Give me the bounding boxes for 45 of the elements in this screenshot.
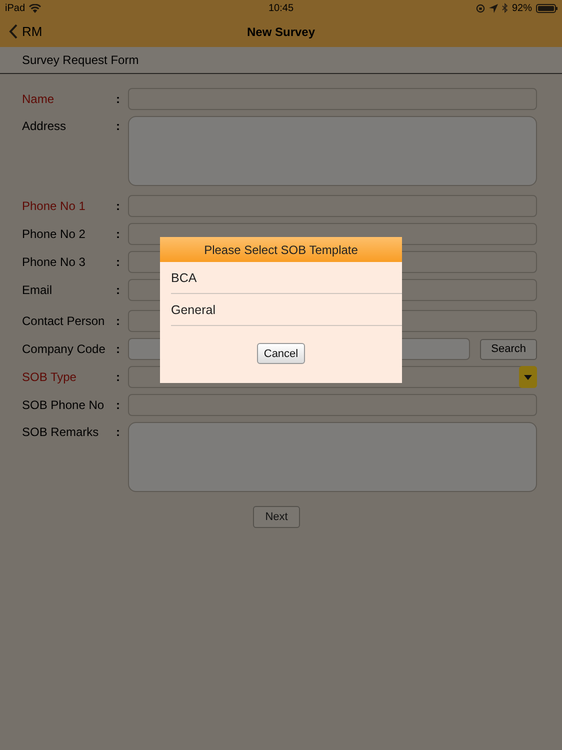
field-label: SOB Phone No [22,398,106,412]
colon: : [116,227,121,241]
status-time: 10:45 [268,2,294,14]
colon: : [116,255,121,269]
field-label: Contact Person [22,314,106,328]
text-area[interactable] [128,422,537,492]
colon: : [116,283,121,297]
colon: : [116,398,121,412]
input-field[interactable] [128,394,537,416]
section-title: Survey Request Form [22,53,139,67]
field-label: Phone No 2 [22,227,86,241]
colon: : [116,92,121,106]
field-label: Address [22,119,68,133]
field-label: Company Code [22,342,106,356]
field-label: Email [22,283,54,297]
rotation-lock-icon [476,4,485,12]
colon: : [116,119,121,133]
option-item[interactable]: General [171,294,402,326]
battery-icon [536,4,558,12]
field-label: Phone No 3 [22,255,86,269]
back-button[interactable]: RM [0,24,42,39]
bluetooth-icon [502,3,508,13]
field-label: Phone No 1 [22,199,86,213]
colon: : [116,425,121,439]
colon: : [116,314,121,328]
device-name: iPad [5,2,26,14]
cancel-button[interactable]: Cancel [256,343,306,364]
wifi-icon [29,4,42,12]
chevron-left-icon [9,24,18,39]
search-button[interactable]: Search [480,338,537,360]
field-label: SOB Remarks [22,425,100,439]
option-item[interactable]: BCA [171,262,402,294]
field-label: SOB Type [22,370,78,384]
screen-title: New Survey [246,24,316,38]
input-field[interactable] [128,88,537,110]
dialog-title: Please Select SOB Template [204,242,358,256]
battery-percent: 92% [512,2,532,14]
colon: : [116,342,121,356]
input-field[interactable] [128,195,537,217]
colon: : [116,199,121,213]
location-icon [488,4,498,12]
colon: : [116,370,121,384]
field-label: Name [22,92,56,106]
next-button[interactable]: Next [253,506,300,528]
text-area[interactable] [128,116,537,186]
